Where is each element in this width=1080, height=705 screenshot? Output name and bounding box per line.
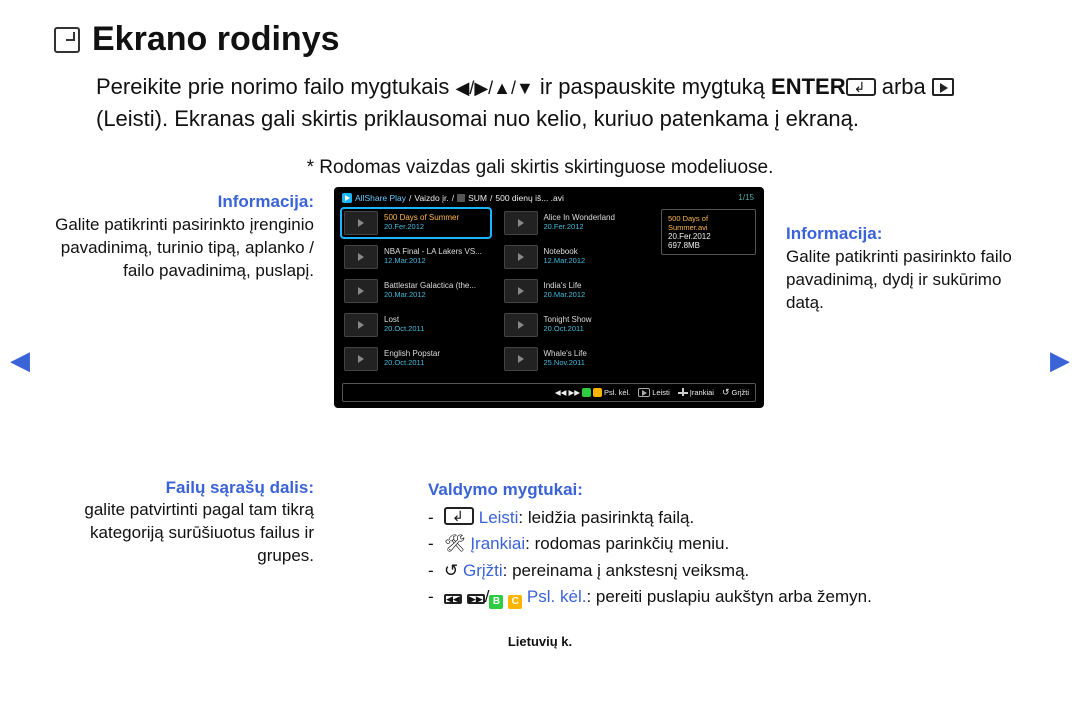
left-info-text: Galite patikrinti pasirinkto įrenginio p…	[54, 214, 314, 283]
control-page: - /B C Psl. kėl.: pereiti puslapiu aukšt…	[428, 584, 1026, 610]
control-return: -↺ Grįžti: pereinama į ankstesnį veiksmą…	[428, 558, 1026, 584]
files-section-label: Failų sąrašų dalis:	[54, 477, 314, 500]
list-item[interactable]: Battlestar Galactica (the...20.Mar.2012	[342, 277, 490, 305]
files-section-text: galite patvirtinti pagal tam tikrą kateg…	[54, 499, 314, 568]
controls-label: Valdymo mygtukai:	[428, 477, 1026, 503]
rewind-icon	[444, 594, 462, 604]
next-page-arrow[interactable]: ▶	[1050, 345, 1070, 376]
left-info-label: Informacija:	[54, 191, 314, 214]
intro-paragraph: Pereikite prie norimo failo mygtukais ◀/…	[96, 71, 1026, 135]
control-play: - Leisti: leidžia pasirinktą failą.	[428, 505, 1026, 531]
enter-icon	[444, 507, 474, 525]
list-item[interactable]: Tonight Show20.Oct.2011	[502, 311, 650, 339]
forward-icon	[467, 594, 485, 604]
list-item[interactable]: NBA Final - LA Lakers VS...12.Mar.2012	[342, 243, 490, 271]
model-note: * Rodomas vaizdas gali skirtis skirtingu…	[54, 157, 1026, 179]
page-indicator: 1/15	[738, 193, 754, 202]
tv-bottom-bar: ◀◀ ▶▶ Psl. kėl. Leisti Įrankiai ↺ Grįžti	[342, 383, 756, 402]
list-item[interactable]: Whale's Life25.Nov.2011	[502, 345, 650, 373]
list-item[interactable]: English Popstar20.Oct.2011	[342, 345, 490, 373]
green-b-icon: B	[489, 595, 503, 609]
return-icon: ↺	[444, 561, 458, 580]
play-icon	[932, 78, 954, 96]
enter-icon	[846, 78, 876, 96]
tv-screenshot: AllShare Play / Vaizdo įr. / SUM / 500 d…	[334, 187, 764, 408]
file-column-2: Alice In Wonderland20.Fer.2012 Notebook1…	[502, 209, 650, 373]
list-item[interactable]: India's Life20.Mar.2012	[502, 277, 650, 305]
manual-section-icon	[54, 27, 80, 53]
control-tools: -🛠 Įrankiai: rodomas parinkčių meniu.	[428, 531, 1026, 557]
list-item[interactable]: Lost20.Oct.2011	[342, 311, 490, 339]
right-info-text: Galite patikrinti pasirinkto failo pavad…	[786, 246, 1024, 315]
file-column-1: 500 Days of Summer20.Fer.2012 NBA Final …	[342, 209, 490, 373]
list-item[interactable]: Alice In Wonderland20.Fer.2012	[502, 209, 650, 237]
breadcrumb: AllShare Play / Vaizdo įr. / SUM / 500 d…	[342, 193, 756, 203]
prev-page-arrow[interactable]: ◀	[10, 345, 30, 376]
page-language-footer: Lietuvių k.	[54, 634, 1026, 649]
usb-icon	[457, 194, 465, 202]
file-info-panel: 500 Days of Summer.avi 20.Fer.2012 697.8…	[661, 209, 756, 255]
dpad-arrows: ◀/▶/▲/▼	[455, 78, 533, 98]
allshare-icon	[342, 193, 352, 203]
tools-icon	[678, 388, 688, 396]
list-item[interactable]: 500 Days of Summer20.Fer.2012	[342, 209, 490, 237]
play-icon	[638, 388, 650, 397]
list-item[interactable]: Notebook12.Mar.2012	[502, 243, 650, 271]
yellow-c-icon: C	[508, 595, 522, 609]
return-icon: ↺	[722, 387, 730, 398]
tools-icon: 🛠	[444, 534, 466, 553]
right-info-label: Informacija:	[786, 223, 1024, 246]
page-title: Ekrano rodinys	[92, 20, 340, 59]
